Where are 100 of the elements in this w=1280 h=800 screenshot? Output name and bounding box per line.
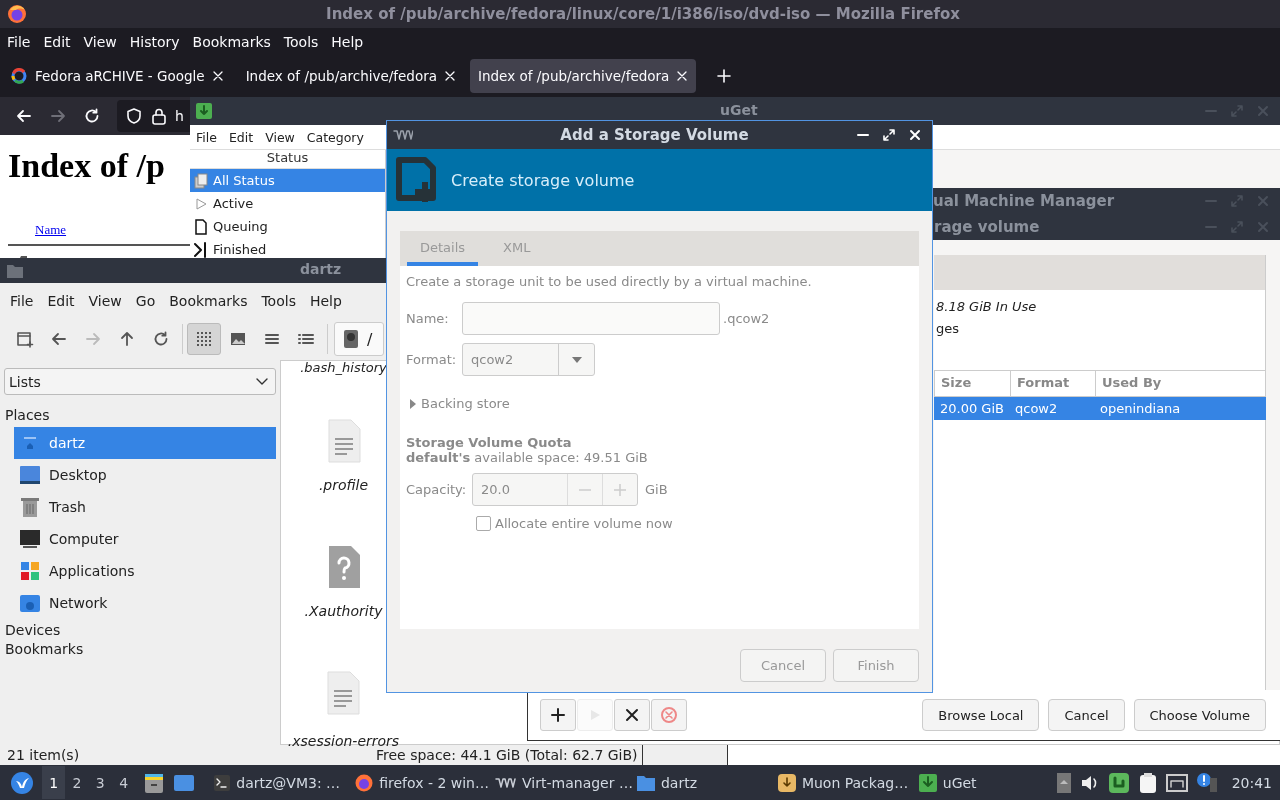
place-item[interactable]: dartz: [14, 427, 276, 459]
workspace-button[interactable]: 4: [111, 766, 136, 799]
close-icon[interactable]: [211, 70, 224, 82]
dialog-button[interactable]: Cancel: [1048, 699, 1125, 731]
back-icon[interactable]: [50, 330, 68, 348]
taskbar-item[interactable]: firefox - 2 win…: [351, 766, 493, 799]
dialog-button[interactable]: Browse Local: [922, 699, 1040, 731]
column-header[interactable]: Format: [1010, 371, 1095, 396]
back-icon[interactable]: [15, 107, 33, 125]
browser-tab[interactable]: Fedora aRCHIVE - Google: [2, 59, 232, 93]
menu-item[interactable]: View: [78, 33, 122, 50]
search-engine-icon: [10, 67, 28, 85]
workspace-button[interactable]: 1: [42, 766, 66, 799]
browser-tab[interactable]: Index of /pub/archive/fedora: [470, 59, 697, 93]
place-item[interactable]: Trash: [14, 491, 276, 523]
column-header[interactable]: Used By: [1095, 371, 1265, 396]
column-header[interactable]: Size: [935, 371, 1010, 396]
taskbar-item[interactable]: Virt-manager …: [492, 766, 633, 799]
file-cabinet-icon[interactable]: [143, 771, 165, 794]
menu-item[interactable]: View: [88, 292, 122, 309]
up-icon[interactable]: [118, 330, 136, 348]
backing-store-expander[interactable]: Backing store: [409, 396, 913, 411]
new-volume-icon: [395, 156, 439, 204]
icon-view-icon[interactable]: [196, 331, 212, 347]
menu-item[interactable]: File: [196, 129, 217, 145]
browser-tab[interactable]: Index of /pub/archive/fedora: [237, 59, 464, 93]
workspace-button[interactable]: 3: [88, 766, 112, 799]
list-view-icon[interactable]: [298, 332, 314, 346]
menu-item[interactable]: Tools: [278, 33, 324, 50]
shield-icon[interactable]: [125, 107, 143, 125]
folder-icon: [636, 773, 656, 792]
menu-item[interactable]: Help: [326, 33, 369, 50]
reload-icon[interactable]: [83, 107, 101, 125]
file-icon: [193, 218, 209, 235]
status-all-icon: [193, 172, 209, 189]
menu-item[interactable]: Go: [135, 292, 156, 309]
file-name[interactable]: .Xauthority: [304, 603, 383, 619]
place-item[interactable]: Desktop: [14, 459, 276, 491]
menu-item[interactable]: File: [2, 33, 36, 50]
applications-icon: [19, 560, 41, 582]
start-menu-icon[interactable]: [10, 770, 34, 795]
taskbar-item[interactable]: dartz: [633, 766, 774, 799]
taskbar-item[interactable]: dartz@VM3: …: [210, 766, 352, 799]
unit-text: GiB: [645, 482, 668, 497]
file-name[interactable]: .xsession-errors: [287, 733, 400, 749]
place-item[interactable]: Applications: [14, 555, 276, 587]
file-name[interactable]: .profile: [318, 477, 369, 493]
new-tab-icon[interactable]: [16, 330, 34, 348]
column-link[interactable]: Name: [35, 222, 67, 238]
menu-item[interactable]: Edit: [47, 292, 75, 309]
place-item[interactable]: Computer: [14, 523, 276, 555]
address-field[interactable]: h: [175, 108, 184, 124]
desktop-icon[interactable]: [172, 772, 195, 793]
close-icon[interactable]: [444, 70, 456, 82]
taskbar-item[interactable]: uGet: [914, 766, 1056, 799]
place-item[interactable]: Network: [14, 587, 276, 619]
compact-view-icon[interactable]: [264, 332, 280, 346]
menu-item[interactable]: Help: [309, 292, 342, 309]
usage-text: 8.18 GiB In Use: [936, 298, 1038, 316]
status-filter-item[interactable]: Queuing: [190, 215, 385, 238]
notification-icon[interactable]: [1195, 771, 1218, 794]
file-name[interactable]: .bash_history: [300, 360, 387, 375]
side-pane-dropdown[interactable]: Lists: [4, 368, 276, 395]
close-icon[interactable]: [676, 70, 689, 82]
menu-item[interactable]: Edit: [38, 33, 76, 50]
add-button[interactable]: [540, 699, 576, 731]
status-filter-item[interactable]: Finished: [190, 238, 385, 258]
lock-icon[interactable]: [151, 107, 167, 125]
table-cell-text: 20.00 GiB: [939, 401, 1005, 416]
checkbox-label[interactable]: Allocate entire volume now: [495, 516, 673, 531]
table-row[interactable]: 20.00 GiB qcow2 openindiana: [934, 397, 1266, 420]
window-title: Index of /pub/archive/fedora/linux/core/1/i386/iso/dvd-iso — Mozilla Firefox: [325, 5, 961, 23]
network-wired-icon[interactable]: [1165, 772, 1188, 793]
reload-icon[interactable]: [152, 330, 170, 348]
delete-button[interactable]: [614, 699, 650, 731]
menu-item[interactable]: Edit: [228, 129, 254, 145]
uget-logo-icon: [196, 103, 212, 119]
menu-item[interactable]: File: [10, 292, 34, 309]
section-heading: Bookmarks: [5, 641, 85, 657]
status-filter-item[interactable]: All Status: [190, 169, 385, 192]
field-label: Format:: [406, 352, 458, 367]
dialog-button[interactable]: Choose Volume: [1133, 699, 1266, 731]
name-field[interactable]: [462, 302, 720, 335]
new-tab-icon[interactable]: [716, 68, 733, 84]
menu-item[interactable]: Bookmarks: [187, 33, 276, 50]
workspace-button[interactable]: 2: [65, 766, 89, 799]
section-heading: Storage Volume Quota: [406, 435, 573, 450]
clipboard-icon[interactable]: [1137, 771, 1158, 794]
path-button[interactable]: /: [334, 322, 384, 356]
menu-item[interactable]: View: [265, 129, 295, 145]
menu-item[interactable]: History: [124, 33, 185, 50]
checkbox[interactable]: [476, 516, 491, 531]
uget-tray-icon[interactable]: [1107, 771, 1130, 794]
menu-item[interactable]: Category: [306, 129, 364, 145]
status-filter-item[interactable]: Active: [190, 192, 385, 215]
menu-item[interactable]: Tools: [261, 292, 296, 309]
thumbnail-view-icon[interactable]: [230, 332, 246, 346]
taskbar-item[interactable]: Muon Packag…: [773, 766, 915, 799]
close-button[interactable]: [908, 128, 922, 142]
menu-item[interactable]: Bookmarks: [169, 292, 248, 309]
